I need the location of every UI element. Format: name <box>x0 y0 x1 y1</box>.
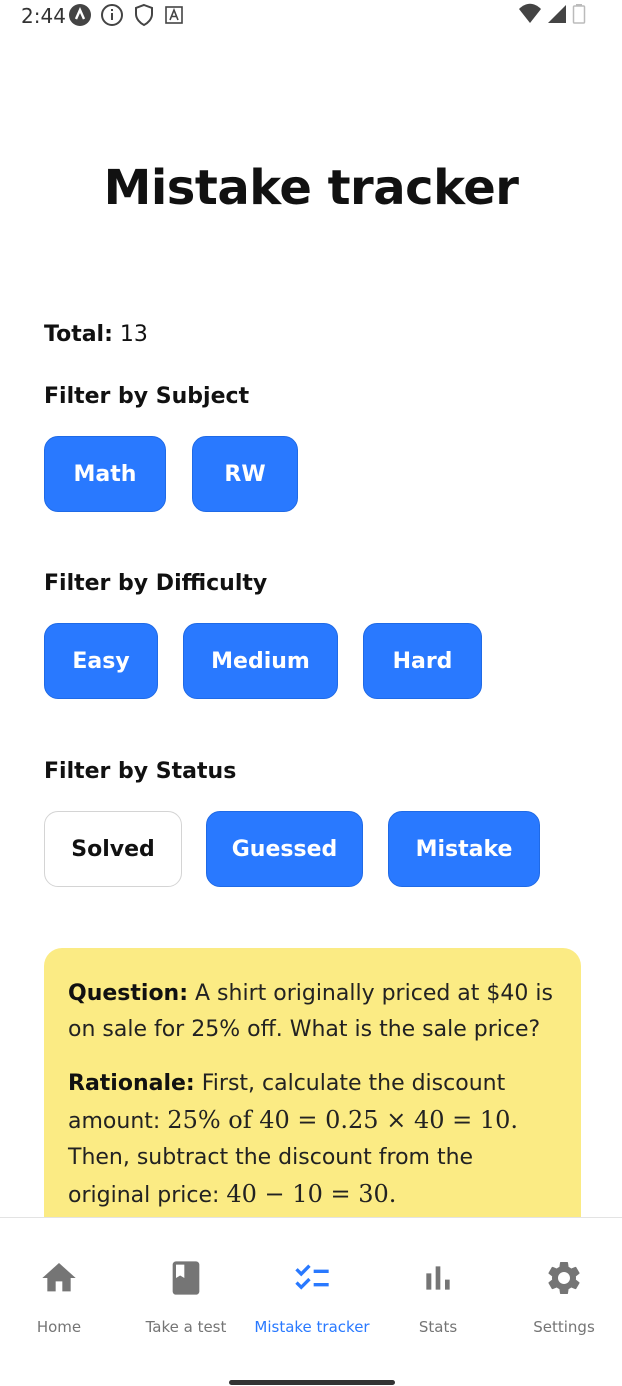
page-title: Mistake tracker <box>103 160 519 216</box>
font-icon <box>165 6 183 24</box>
checklist-icon <box>295 1264 329 1290</box>
total-label: Total: <box>44 322 113 347</box>
nav-label-settings: Settings <box>533 1318 595 1336</box>
filter-chip-medium[interactable]: Medium <box>183 623 338 699</box>
filter-chip-hard[interactable]: Hard <box>363 623 482 699</box>
status-icons-left <box>68 3 184 27</box>
nav-item-home[interactable]: Home <box>0 1258 121 1336</box>
battery-icon <box>572 4 586 24</box>
nav-label-take-a-test: Take a test <box>145 1318 227 1336</box>
total-value: 13 <box>119 322 148 347</box>
filter-chip-rw[interactable]: RW <box>192 436 298 512</box>
nav-item-mistake-tracker[interactable]: Mistake tracker <box>250 1258 374 1336</box>
subject-filter-heading: Filter by Subject <box>44 384 250 409</box>
total-count: Total: 13 <box>44 322 148 347</box>
filter-chip-easy[interactable]: Easy <box>44 623 158 699</box>
rationale-paragraph: Rationale: First, calculate the discount… <box>68 1071 519 1208</box>
rationale-math-1: 25% of 40 = 0.25 × 40 = 10 <box>167 1106 511 1134</box>
rationale-math-2: 40 − 10 = 30 <box>226 1180 389 1208</box>
shield-icon <box>135 3 153 27</box>
nav-label-mistake-tracker: Mistake tracker <box>254 1318 370 1336</box>
nav-item-settings[interactable]: Settings <box>502 1258 622 1336</box>
bar-chart-icon <box>426 1266 450 1290</box>
signal-icon <box>548 5 566 23</box>
nav-label-stats: Stats <box>418 1318 458 1336</box>
status-time: 2:44 <box>21 4 66 28</box>
vpn-a-icon <box>69 4 91 26</box>
status-icons-right <box>518 3 586 25</box>
nav-item-stats[interactable]: Stats <box>376 1258 500 1336</box>
filter-chip-solved[interactable]: Solved <box>44 811 182 887</box>
filter-chip-math[interactable]: Math <box>44 436 166 512</box>
question-label: Question: <box>68 981 189 1006</box>
nav-label-home: Home <box>36 1318 82 1336</box>
question-paragraph: Question: A shirt originally priced at $… <box>68 976 557 1048</box>
filter-chip-mistake[interactable]: Mistake <box>388 811 540 887</box>
rationale-label: Rationale: <box>68 1071 195 1096</box>
info-icon <box>101 4 123 26</box>
home-icon <box>42 1263 76 1292</box>
nav-item-take-a-test[interactable]: Take a test <box>124 1258 248 1336</box>
gear-icon <box>548 1262 580 1294</box>
bottom-nav: Home Take a test Mistake tracker Stats S… <box>0 1217 622 1386</box>
status-filter-heading: Filter by Status <box>44 759 237 784</box>
wifi-icon <box>519 3 541 23</box>
book-icon <box>172 1261 200 1295</box>
difficulty-filter-heading: Filter by Difficulty <box>44 571 268 596</box>
filter-chip-guessed[interactable]: Guessed <box>206 811 363 887</box>
status-bar: 2:44 <box>0 0 622 32</box>
home-indicator[interactable] <box>229 1380 395 1385</box>
